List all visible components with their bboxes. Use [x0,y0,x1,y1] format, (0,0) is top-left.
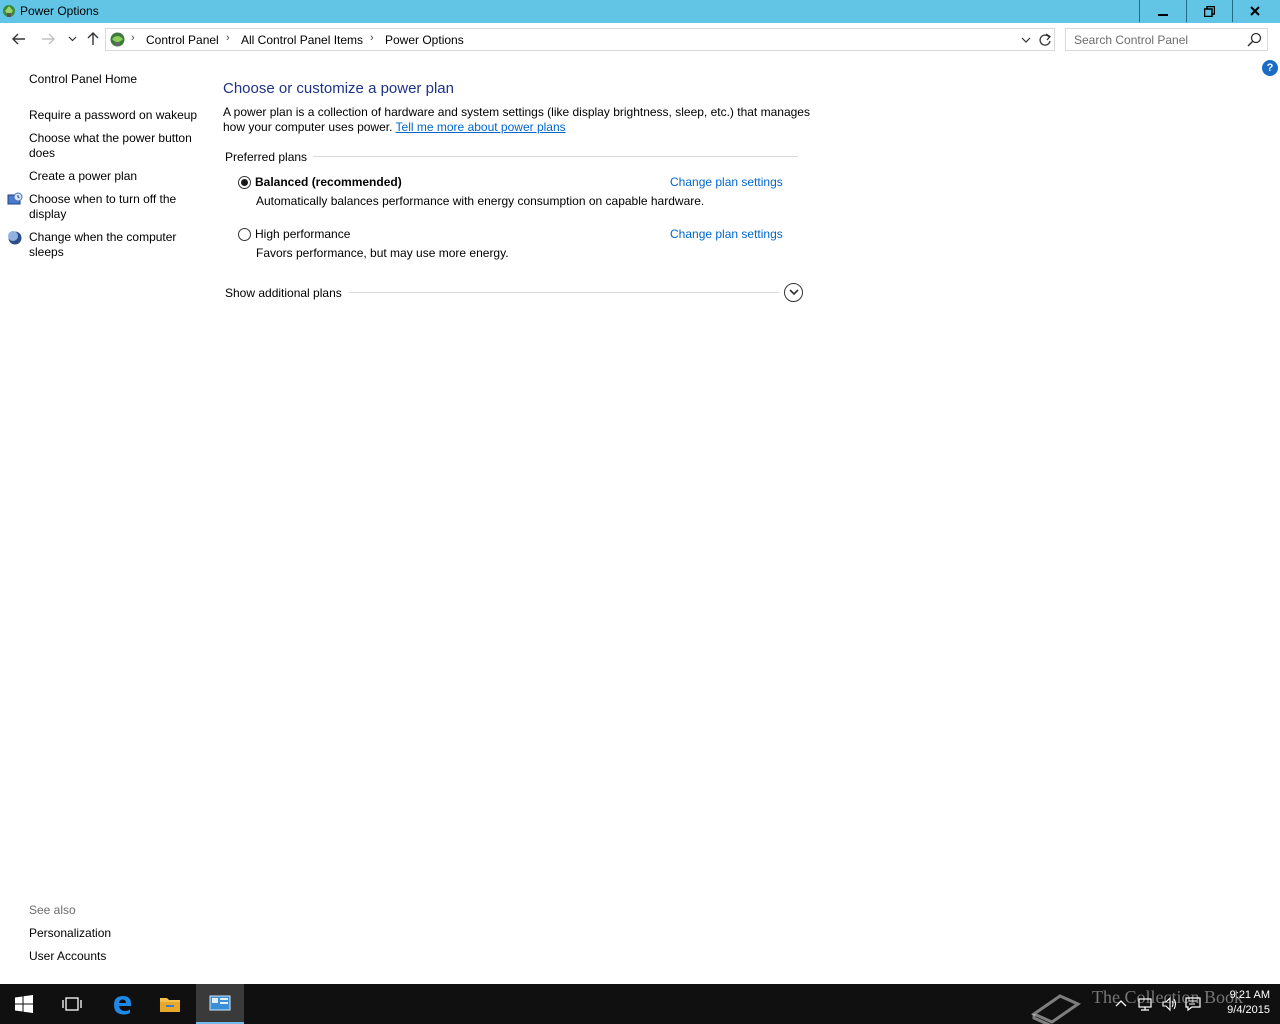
personalization-link[interactable]: Personalization [29,926,204,941]
close-button[interactable] [1232,0,1278,22]
create-plan-link[interactable]: Create a power plan [29,169,204,184]
chevron-up-icon[interactable] [1113,996,1129,1012]
show-additional-plans-label[interactable]: Show additional plans [225,286,348,300]
clock-date: 9/4/2015 [1227,1004,1270,1016]
file-explorer-icon [160,998,180,1012]
page-description: A power plan is a collection of hardware… [223,105,813,135]
edge-button[interactable] [98,984,146,1024]
breadcrumb-all-items[interactable]: All Control Panel Items [241,33,363,47]
address-bar[interactable]: › Control Panel › All Control Panel Item… [105,28,1055,51]
control-panel-home-link[interactable]: Control Panel Home [29,72,204,87]
file-explorer-button[interactable] [146,984,194,1024]
chevron-down-icon [788,289,799,296]
see-also-label: See also [29,903,76,917]
navigation-bar: › Control Panel › All Control Panel Item… [0,23,1280,56]
refresh-icon[interactable] [1038,32,1052,48]
control-panel-icon [110,32,125,47]
start-button[interactable] [0,984,48,1024]
plan-description: Favors performance, but may use more ene… [256,246,509,260]
taskbar-clock[interactable]: 9:21 AM 9/4/2015 [1210,988,1270,1018]
window-title: Power Options [20,4,99,18]
arrow-right-icon [42,33,55,45]
change-plan-settings-link[interactable]: Change plan settings [670,175,783,189]
forward-button[interactable] [38,29,58,49]
separator [349,292,779,293]
taskbar: The Collection Book 9:21 AM 9/4/2015 [0,984,1280,1024]
turn-off-display-link[interactable]: Choose when to turn off the display [29,192,204,222]
close-icon [1250,6,1260,16]
plan-radio-balanced[interactable] [238,176,251,189]
breadcrumb-separator[interactable]: › [370,32,374,44]
restore-button[interactable] [1186,0,1232,22]
breadcrumb-control-panel[interactable]: Control Panel [146,33,219,47]
breadcrumb-separator[interactable]: › [131,32,135,44]
recent-locations-button[interactable] [62,29,82,49]
expand-plans-button[interactable] [784,283,803,302]
display-shield-icon [7,192,23,205]
arrow-up-icon [87,32,99,45]
edge-icon [114,996,131,1015]
task-view-button[interactable] [48,984,96,1024]
chevron-down-icon [68,36,76,42]
power-button-link[interactable]: Choose what the power button does [29,131,204,161]
preferred-plans-label: Preferred plans [225,150,314,164]
action-center-icon[interactable] [1185,996,1201,1012]
power-options-icon [3,5,15,17]
sleep-moon-icon [8,231,22,245]
clock-time: 9:21 AM [1229,989,1270,1001]
computer-sleeps-link[interactable]: Change when the computer sleeps [29,230,204,260]
search-input[interactable] [1067,30,1242,49]
help-button[interactable]: ? [1262,60,1278,76]
address-dropdown-icon[interactable] [1019,34,1033,46]
restore-icon [1203,5,1215,17]
control-panel-taskbar-button[interactable] [196,984,244,1024]
task-view-icon [62,997,82,1011]
require-password-link[interactable]: Require a password on wakeup [29,108,204,123]
user-accounts-link[interactable]: User Accounts [29,949,204,964]
separator [311,156,798,157]
volume-icon[interactable] [1161,996,1177,1012]
search-icon[interactable] [1247,32,1262,47]
control-panel-icon [209,995,231,1011]
up-button[interactable] [83,29,103,49]
arrow-left-icon [12,33,25,45]
start-icon [15,995,33,1013]
change-plan-settings-link[interactable]: Change plan settings [670,227,783,241]
breadcrumb-separator[interactable]: › [226,32,230,44]
back-button[interactable] [9,29,29,49]
plan-radio-high-performance[interactable] [238,228,251,241]
left-pane: Control Panel Home Require a password on… [0,56,210,984]
plan-name[interactable]: High performance [255,227,350,241]
plan-name[interactable]: Balanced (recommended) [255,175,402,189]
title-bar: Power Options [0,0,1280,23]
page-title: Choose or customize a power plan [223,80,454,97]
watermark-book-icon [1030,994,1082,1024]
minimize-button[interactable] [1140,0,1186,22]
search-box[interactable] [1065,28,1268,51]
network-icon[interactable] [1137,996,1153,1012]
breadcrumb-power-options[interactable]: Power Options [385,33,464,47]
minimize-icon [1158,14,1168,16]
plan-description: Automatically balances performance with … [256,194,705,208]
learn-more-link[interactable]: Tell me more about power plans [396,120,566,134]
